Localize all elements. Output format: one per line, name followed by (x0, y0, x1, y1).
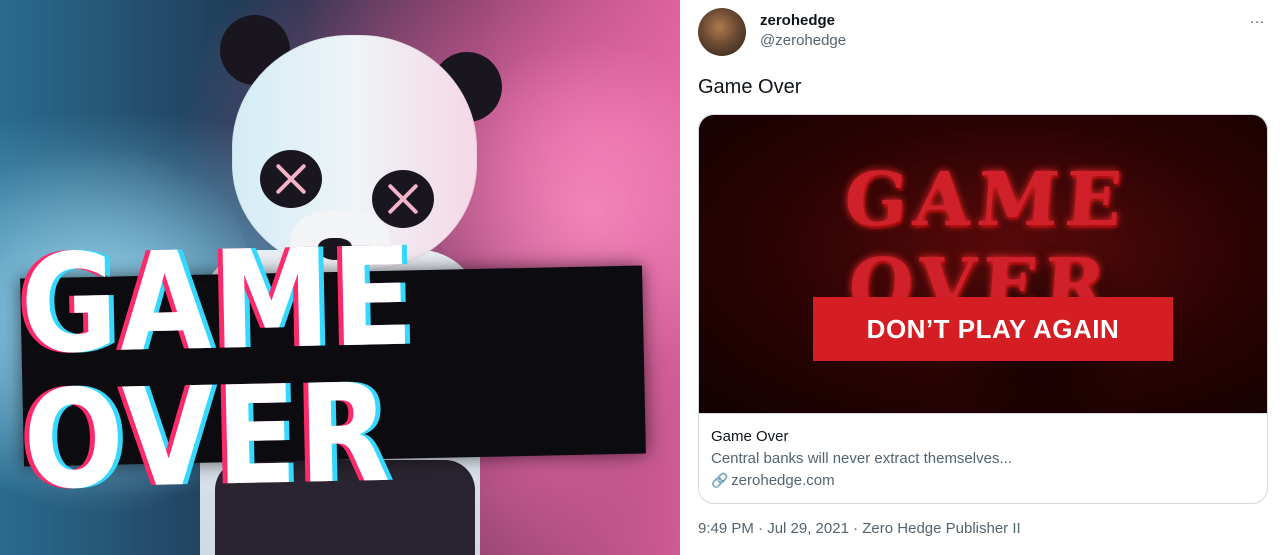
display-name[interactable]: zerohedge (760, 12, 835, 29)
user-handle[interactable]: @zerohedge (760, 32, 846, 49)
card-domain-text: zerohedge.com (731, 472, 835, 489)
avatar[interactable] (698, 8, 746, 56)
sign-text: GAME OVER (18, 217, 417, 520)
card-image-button: DON’T PLAY AGAIN (813, 297, 1173, 361)
tweet-text: Game Over (698, 76, 802, 98)
card-domain: 🔗 zerohedge.com (711, 472, 835, 489)
tweet: zerohedge @zerohedge … Game Over GAME OV… (680, 0, 1280, 555)
more-options-icon[interactable]: … (1249, 10, 1266, 28)
link-card[interactable]: GAME OVER DON’T PLAY AGAIN Game Over Cen… (698, 114, 1268, 504)
link-icon: 🔗 (711, 472, 729, 488)
card-image: GAME OVER DON’T PLAY AGAIN (699, 115, 1267, 413)
card-description: Central banks will never extract themsel… (711, 450, 1012, 467)
card-meta: Game Over Central banks will never extra… (699, 413, 1267, 503)
game-over-sign: GAME OVER (19, 217, 646, 520)
card-title: Game Over (711, 428, 789, 445)
panda-eye-left (260, 150, 322, 208)
meme-image: GAME OVER (0, 0, 680, 555)
tweet-timestamp[interactable]: 9:49 PM · Jul 29, 2021 · Zero Hedge Publ… (698, 520, 1021, 537)
